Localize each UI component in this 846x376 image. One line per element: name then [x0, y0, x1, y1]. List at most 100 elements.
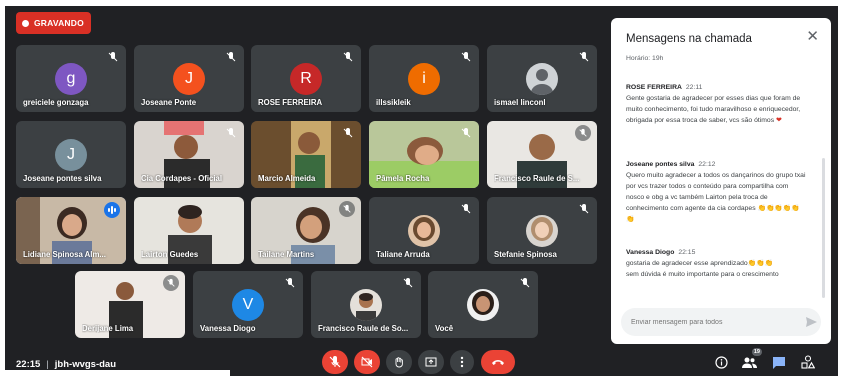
- participant-tile[interactable]: Tailane Martins: [251, 197, 361, 264]
- participant-tile-speaking[interactable]: Lidiane Spinosa Alm...: [16, 197, 126, 264]
- heart-emoji: ❤: [776, 117, 782, 124]
- recording-dot-icon: [22, 19, 29, 27]
- avatar: V: [232, 289, 264, 321]
- participant-tile[interactable]: i illssikleik: [369, 45, 479, 112]
- mic-off-icon: [343, 128, 353, 138]
- participant-name: Joseane Ponte: [141, 98, 197, 107]
- chat-icon: [773, 356, 785, 369]
- meeting-time: 22:15: [16, 359, 41, 370]
- participant-tile[interactable]: Pâmela Rocha: [369, 121, 479, 188]
- participant-name: Derijane Lima: [82, 324, 134, 333]
- meet-window: GRAVANDO g greiciele gonzaga J Joseane P…: [5, 6, 838, 376]
- avatar-photo: [467, 289, 499, 321]
- more-options-icon: [460, 356, 464, 368]
- message-text: gostaria de agradecer esse aprendizado: [626, 260, 748, 267]
- send-icon[interactable]: [806, 317, 817, 327]
- screenshot-margin-bottom: [5, 370, 230, 376]
- participant-name: Lidiane Spinosa Alm...: [23, 250, 106, 259]
- leave-call-icon: [492, 360, 504, 365]
- participant-tile[interactable]: J Joseane Ponte: [134, 45, 244, 112]
- participant-name: Taliane Arruda: [376, 250, 430, 259]
- mic-off-icon: [285, 278, 295, 288]
- chat-title: Mensagens na chamada: [626, 33, 752, 45]
- message-text: Gente gostaria de agradecer por esses di…: [626, 95, 801, 124]
- meeting-details-button[interactable]: [713, 354, 729, 370]
- speaking-indicator-icon: [104, 202, 120, 218]
- participant-name: Francisco Raule de So...: [318, 324, 409, 333]
- camera-toggle-button[interactable]: [354, 350, 380, 374]
- close-icon[interactable]: ✕: [806, 29, 819, 44]
- activities-button[interactable]: [800, 354, 816, 370]
- participant-tile[interactable]: Derijane Lima: [75, 271, 185, 338]
- chat-button[interactable]: [771, 354, 787, 370]
- chat-message: Vanessa Diogo 22:15 gostaria de agradecer…: [626, 247, 806, 280]
- mic-off-icon: [403, 278, 413, 288]
- chat-message-input[interactable]: [621, 308, 821, 336]
- participant-tile[interactable]: Marcio Almeida: [251, 121, 361, 188]
- participant-tile[interactable]: J Joseane pontes silva: [16, 121, 126, 188]
- participant-name: Cia Cordapes - Oficial: [141, 174, 223, 183]
- participant-name: Pâmela Rocha: [376, 174, 430, 183]
- avatar: J: [173, 63, 205, 95]
- mic-off-icon: [329, 356, 341, 368]
- participant-tile[interactable]: Stefanie Spinosa: [487, 197, 597, 264]
- mic-toggle-button[interactable]: [322, 350, 348, 374]
- present-button[interactable]: [418, 350, 444, 374]
- avatar-photo: [526, 63, 558, 95]
- avatar: R: [290, 63, 322, 95]
- mic-off-icon: [461, 52, 471, 62]
- raise-hand-button[interactable]: [386, 350, 412, 374]
- mic-off-icon: [575, 125, 591, 141]
- participant-name: Stefanie Spinosa: [494, 250, 557, 259]
- mic-off-icon: [461, 128, 471, 138]
- avatar-photo: [350, 289, 382, 321]
- participant-name: Tailane Martins: [258, 250, 315, 259]
- meeting-code: jbh-wvgs-dau: [54, 359, 117, 370]
- participant-name: Vanessa Diogo: [200, 324, 256, 333]
- message-time: 22:12: [698, 161, 716, 168]
- participant-tile[interactable]: ismael linconl: [487, 45, 597, 112]
- participant-name: illssikleik: [376, 98, 411, 107]
- recording-badge[interactable]: GRAVANDO: [16, 12, 91, 34]
- avatar-photo: [408, 215, 440, 247]
- participant-tile[interactable]: V Vanessa Diogo: [193, 271, 303, 338]
- activities-icon: [801, 355, 815, 369]
- participant-name: Marcio Almeida: [258, 174, 316, 183]
- mic-off-icon: [579, 52, 589, 62]
- message-sender: Vanessa Diogo: [626, 249, 675, 256]
- leave-call-button[interactable]: [481, 350, 515, 374]
- message-time: 22:11: [685, 84, 703, 91]
- mic-off-icon: [226, 128, 236, 138]
- avatar: g: [55, 63, 87, 95]
- mic-off-icon: [163, 275, 179, 291]
- mic-off-icon: [461, 204, 471, 214]
- participant-tile-self[interactable]: Você: [428, 271, 538, 338]
- raise-hand-icon: [395, 357, 403, 368]
- participant-tile[interactable]: Cia Cordapes - Oficial: [134, 121, 244, 188]
- people-icon: [741, 357, 757, 368]
- participant-name: Lairton Guedes: [141, 250, 199, 259]
- people-button[interactable]: 19: [741, 348, 762, 370]
- participant-tile[interactable]: g greiciele gonzaga: [16, 45, 126, 112]
- participant-tile[interactable]: Taliane Arruda: [369, 197, 479, 264]
- present-icon: [425, 357, 437, 367]
- participant-name: Francisco Raule de S...: [494, 174, 580, 183]
- info-icon: [714, 355, 728, 369]
- chat-scrollbar[interactable]: [822, 158, 825, 298]
- participant-name: greiciele gonzaga: [23, 98, 89, 107]
- participant-tile[interactable]: Francisco Raule de S...: [487, 121, 597, 188]
- chat-message: Joseane pontes silva 22:12 Quero muito ag…: [626, 159, 806, 225]
- mic-off-icon: [343, 52, 353, 62]
- participant-name: Você: [435, 324, 454, 333]
- participant-tile[interactable]: Francisco Raule de So...: [311, 271, 421, 338]
- avatar-photo: [526, 215, 558, 247]
- participant-name: ROSE FERREIRA: [258, 98, 323, 107]
- mic-off-icon: [339, 201, 355, 217]
- participant-name: ismael linconl: [494, 98, 546, 107]
- mic-off-icon: [226, 52, 236, 62]
- more-options-button[interactable]: [450, 350, 474, 374]
- message-sender: Joseane pontes silva: [626, 161, 695, 168]
- clap-emoji: 👏👏👏: [747, 260, 774, 267]
- participant-tile[interactable]: Lairton Guedes: [134, 197, 244, 264]
- participant-tile[interactable]: R ROSE FERREIRA: [251, 45, 361, 112]
